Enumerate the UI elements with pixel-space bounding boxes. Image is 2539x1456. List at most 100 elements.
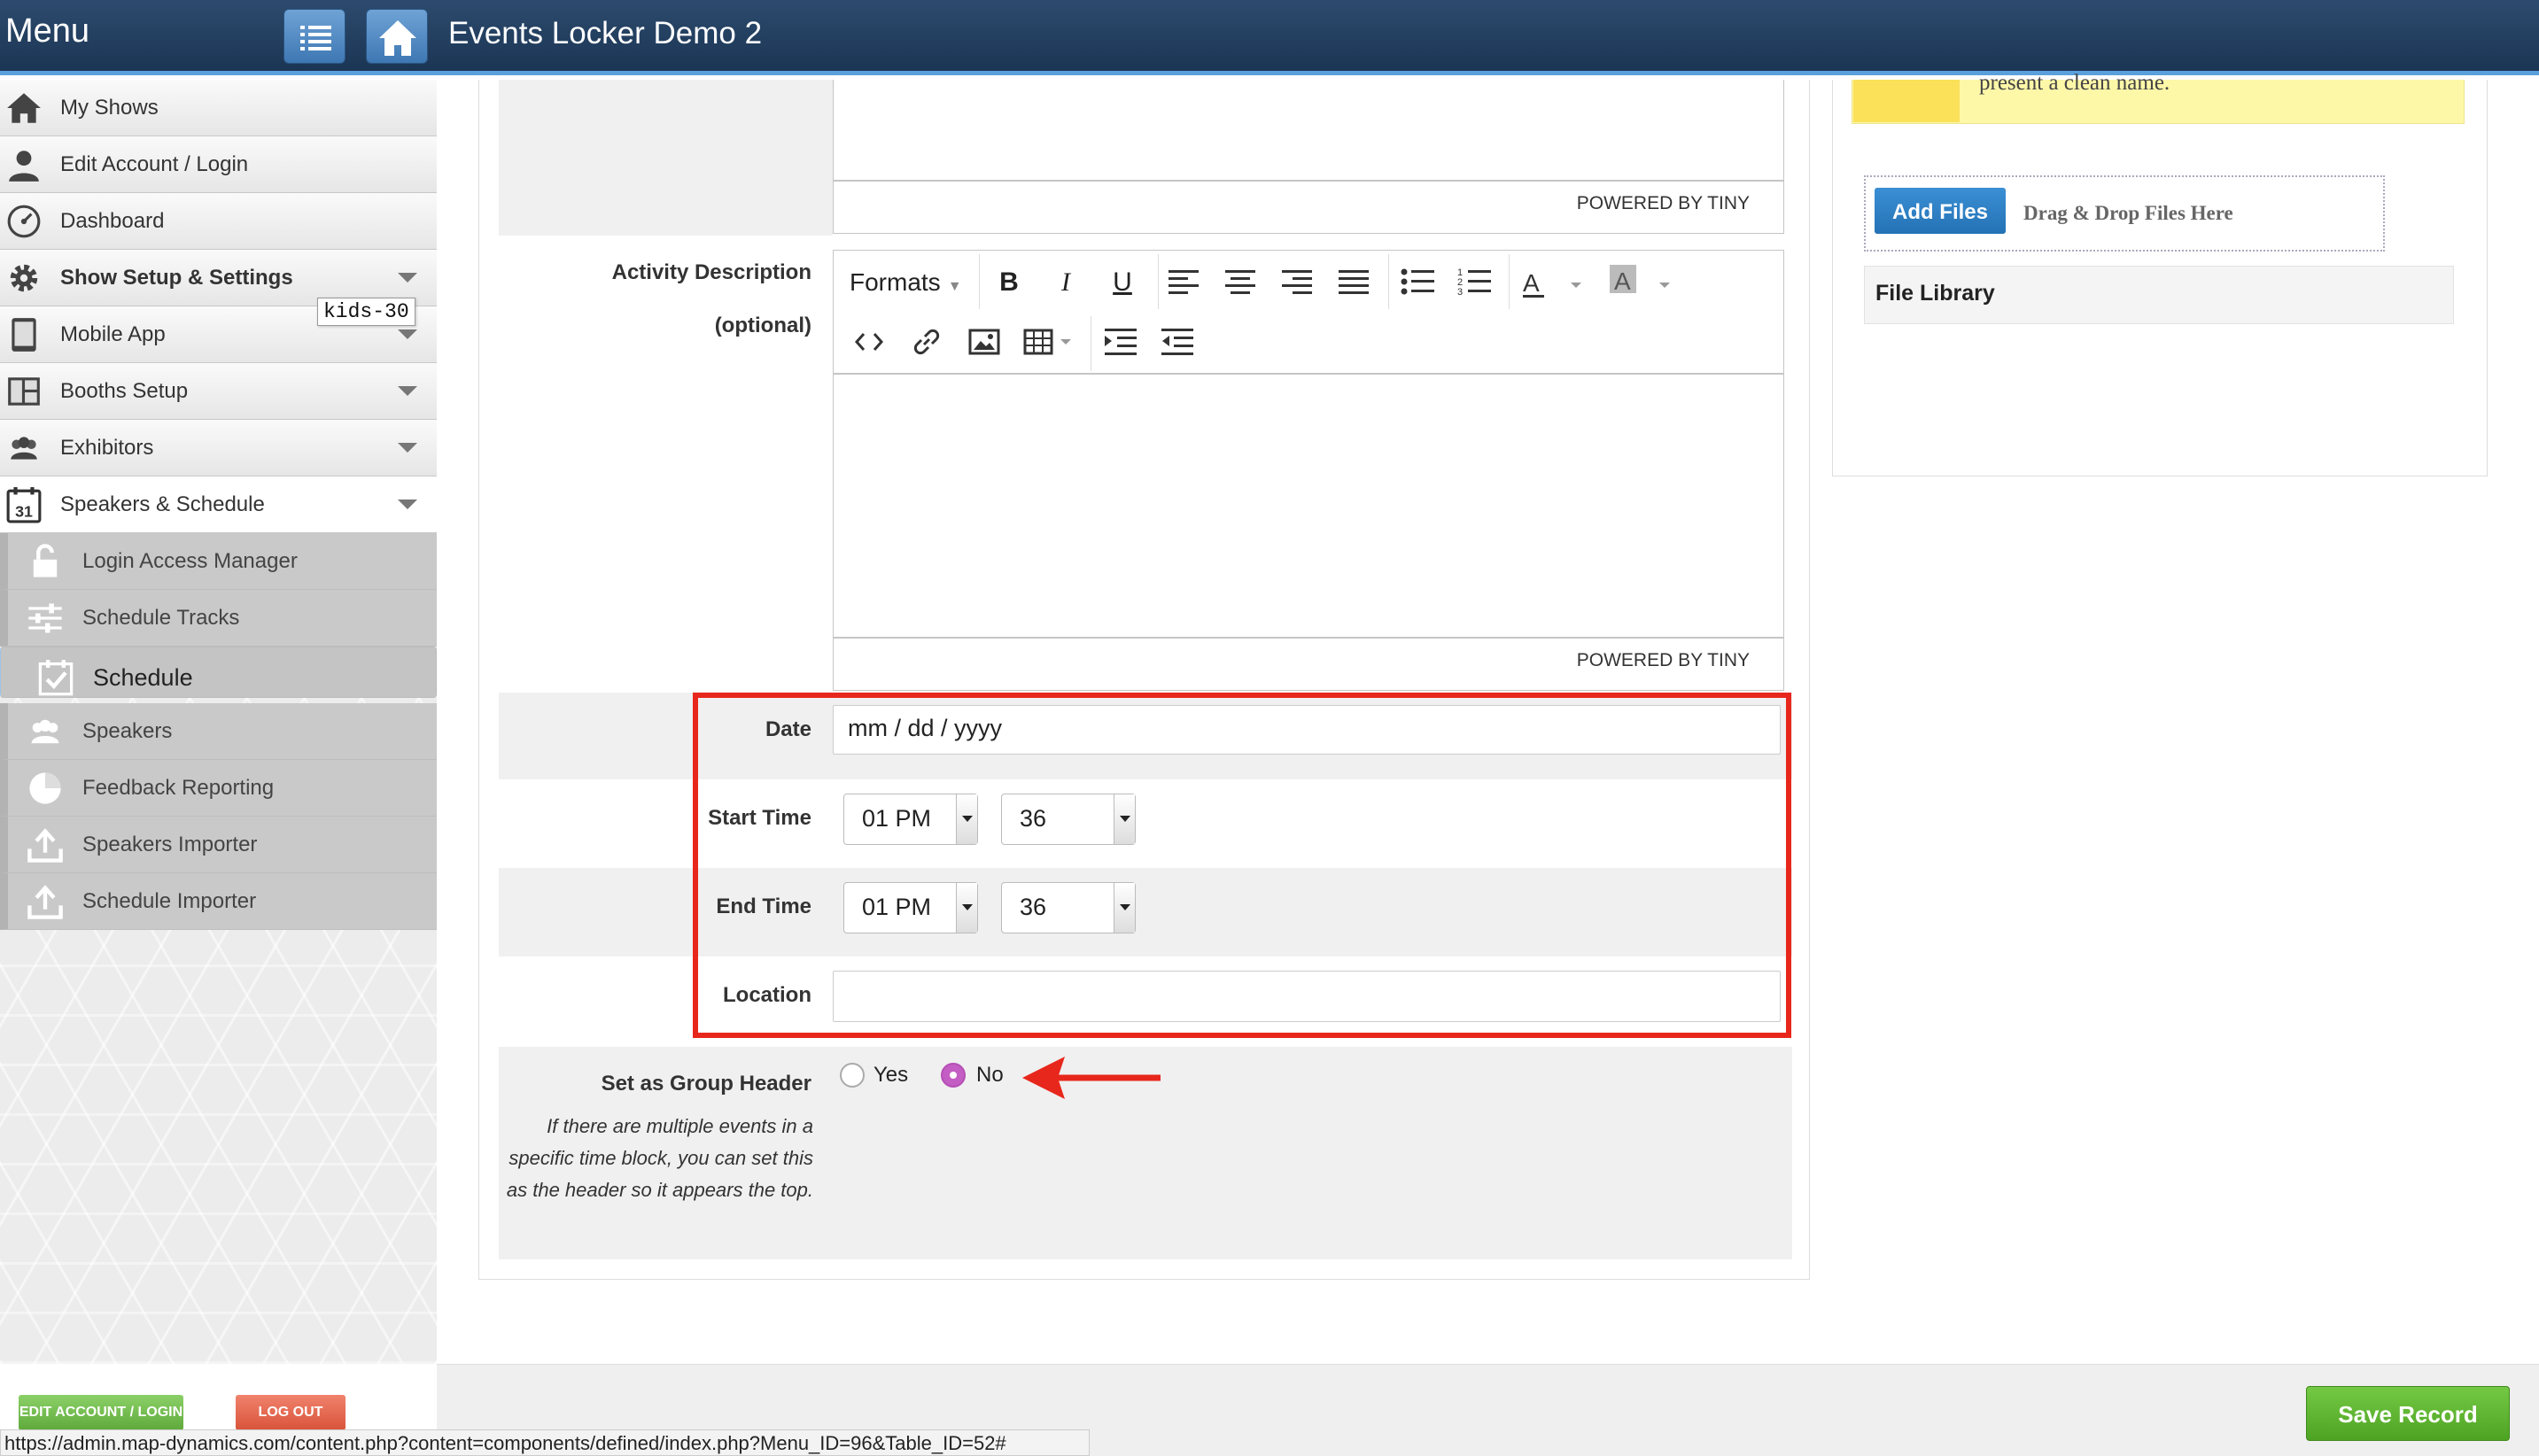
sidebar-item-label: Exhibitors: [60, 435, 154, 460]
link-icon[interactable]: [912, 327, 942, 357]
no-label[interactable]: No: [976, 1063, 1004, 1088]
save-record-button[interactable]: Save Record: [2306, 1386, 2510, 1441]
editor-toolbar: Formats ▼ B I U 123 A A: [833, 250, 1784, 374]
users-group-icon: [31, 719, 59, 743]
chevron-down-icon: [398, 386, 417, 396]
formats-label: Formats: [850, 268, 941, 296]
sidebar-item-exhibitors[interactable]: Exhibitors: [0, 420, 437, 476]
code-icon[interactable]: [855, 330, 883, 353]
chevron-down-icon: [398, 329, 417, 339]
sidebar-subitem-label: Speakers: [82, 718, 173, 743]
outdent-icon[interactable]: [1161, 329, 1195, 357]
edit-account-button[interactable]: EDIT ACCOUNT / LOGIN: [19, 1395, 183, 1430]
sidebar-item-my-shows[interactable]: My Shows: [0, 80, 437, 136]
sidebar: My Shows Edit Account / Login Dashboard …: [0, 80, 437, 1364]
chevron-down-icon: [398, 273, 417, 283]
form-row-bg: [499, 80, 833, 236]
unlock-icon: [33, 543, 58, 577]
table-icon[interactable]: [1023, 329, 1076, 355]
yes-radio[interactable]: [840, 1063, 865, 1088]
app-title: Events Locker Demo 2: [448, 16, 763, 50]
align-left-icon[interactable]: [1169, 270, 1200, 295]
sidebar-subitem-speakers-importer[interactable]: Speakers Importer: [0, 817, 437, 873]
pie-chart-icon: [29, 771, 61, 804]
bold-icon[interactable]: B: [991, 265, 1027, 300]
list-icon: [300, 26, 331, 50]
sidebar-subitem-schedule[interactable]: Schedule: [0, 647, 437, 698]
optional-label: (optional): [714, 314, 811, 337]
sidebar-subitem-label: Login Access Manager: [82, 548, 298, 573]
sidebar-item-label: Mobile App: [60, 321, 166, 346]
align-justify-icon[interactable]: [1339, 270, 1370, 295]
powered-by-tiny[interactable]: POWERED BY TINY: [1577, 193, 1750, 213]
chevron-down-icon: [398, 443, 417, 453]
note-text: present a clean name.: [1979, 71, 2170, 95]
sidebar-subitem-schedule-importer[interactable]: Schedule Importer: [0, 873, 437, 930]
numbered-list-icon[interactable]: 123: [1457, 267, 1493, 297]
logout-button[interactable]: LOG OUT: [236, 1395, 346, 1430]
indent-icon[interactable]: [1105, 329, 1138, 357]
bullet-list-icon[interactable]: [1401, 268, 1436, 297]
sidebar-item-label: Speakers & Schedule: [60, 492, 265, 516]
background-color-icon[interactable]: A: [1610, 263, 1689, 300]
activity-description-label: Activity Description: [611, 260, 811, 284]
formats-dropdown[interactable]: Formats ▼: [850, 268, 962, 297]
file-library-header[interactable]: File Library: [1864, 266, 2454, 324]
sidebar-subitem-label: Schedule: [93, 663, 193, 691]
calendar-icon: 31: [6, 486, 42, 523]
svg-text:3: 3: [1457, 287, 1463, 297]
home-button[interactable]: [366, 9, 428, 64]
sidebar-item-label: Booths Setup: [60, 378, 189, 403]
chevron-down-icon: [398, 500, 417, 509]
status-url: https://admin.map-dynamics.com/content.p…: [0, 1429, 1090, 1456]
svg-text:A: A: [1523, 269, 1540, 297]
sidebar-subitem-label: Feedback Reporting: [82, 775, 275, 800]
editor-statusbar: POWERED BY TINY: [833, 181, 1784, 234]
text-color-icon[interactable]: A: [1523, 267, 1603, 300]
italic-icon[interactable]: I: [1048, 265, 1083, 300]
image-icon[interactable]: [968, 329, 1000, 355]
sidebar-subitem-speakers[interactable]: Speakers: [0, 703, 437, 760]
sidebar-subitem-label: Schedule Importer: [82, 888, 257, 913]
menu-title[interactable]: Menu: [5, 12, 89, 50]
sidebar-subitem-label: Speakers Importer: [82, 832, 258, 856]
calendar-check-icon: [38, 660, 74, 696]
home-icon: [7, 92, 41, 123]
note-marker: [1853, 80, 1960, 122]
align-right-icon[interactable]: [1282, 270, 1314, 295]
sidebar-item-edit-account[interactable]: Edit Account / Login: [0, 136, 437, 193]
yes-label[interactable]: Yes: [874, 1063, 908, 1088]
sidebar-subitem-schedule-tracks[interactable]: Schedule Tracks: [0, 590, 437, 647]
editor-statusbar: POWERED BY TINY: [833, 638, 1784, 691]
sidebar-item-label: Show Setup & Settings: [60, 265, 293, 290]
toolbar-divider: [1388, 254, 1389, 309]
users-group-icon: [11, 436, 37, 460]
powered-by-tiny[interactable]: POWERED BY TINY: [1577, 650, 1750, 670]
sidebar-subitem-label: Schedule Tracks: [82, 605, 240, 630]
toolbar-divider: [979, 254, 980, 309]
underline-icon[interactable]: U: [1105, 265, 1140, 300]
gear-icon: [10, 264, 38, 291]
sidebar-item-dashboard[interactable]: Dashboard: [0, 193, 437, 250]
previous-editor-body[interactable]: [833, 80, 1784, 181]
sidebar-item-label: Dashboard: [60, 208, 165, 233]
sidebar-item-label: Edit Account / Login: [60, 151, 249, 176]
add-files-button[interactable]: Add Files: [1875, 188, 2006, 234]
align-center-icon[interactable]: [1225, 270, 1257, 295]
sidebar-item-speakers-schedule[interactable]: 31 Speakers & Schedule: [0, 476, 437, 533]
caret-down-icon: ▼: [947, 279, 962, 294]
sidebar-subitem-feedback-reporting[interactable]: Feedback Reporting: [0, 760, 437, 817]
highlight-box: [693, 693, 1791, 1038]
activity-description-editor[interactable]: [833, 374, 1784, 638]
red-arrow-icon: [1022, 1057, 1161, 1099]
group-header-label: Set as Group Header: [601, 1072, 811, 1096]
svg-text:A: A: [1614, 267, 1631, 295]
tablet-icon: [12, 317, 36, 352]
svg-text:31: 31: [15, 502, 33, 520]
list-view-button[interactable]: [283, 9, 346, 64]
no-radio[interactable]: [941, 1063, 966, 1088]
sidebar-item-booths-setup[interactable]: Booths Setup: [0, 363, 437, 420]
tooltip: kids-30: [317, 298, 415, 326]
sidebar-item-label: My Shows: [60, 95, 159, 120]
sidebar-subitem-login-access-manager[interactable]: Login Access Manager: [0, 533, 437, 590]
